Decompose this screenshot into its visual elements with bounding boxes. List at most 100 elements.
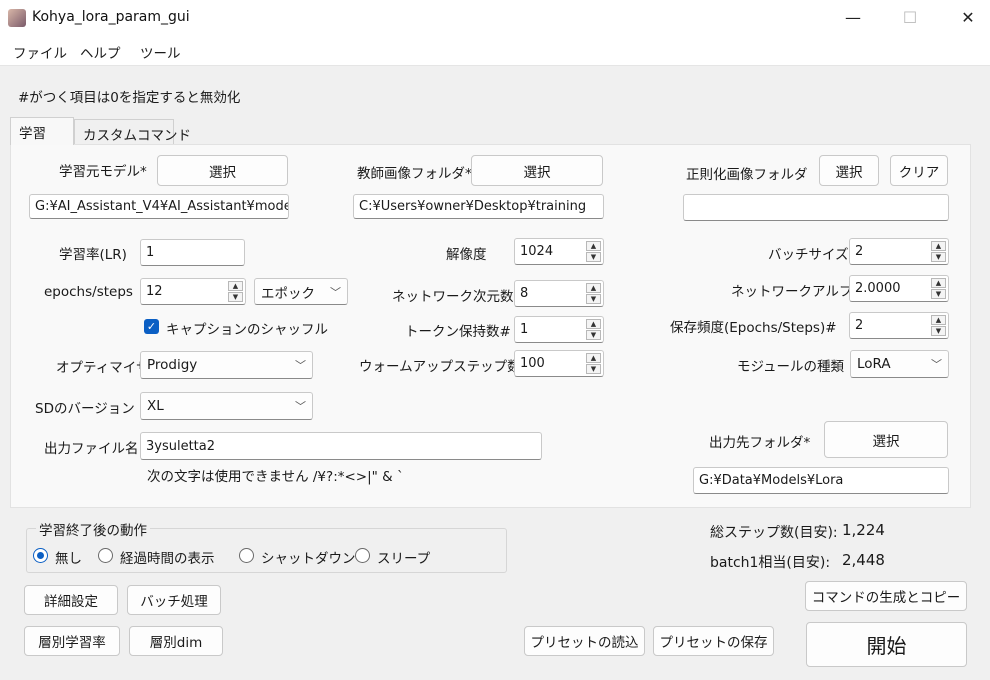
net-alpha-spinbox[interactable]: 2.0000 ▲ ▼ <box>849 275 949 302</box>
spin-down-icon[interactable]: ▼ <box>931 252 946 262</box>
resolution-label: 解像度 <box>446 247 487 263</box>
epochs-unit-select[interactable]: エポック ﹀ <box>254 278 348 305</box>
teacher-path-field[interactable]: C:¥Users¥owner¥Desktop¥training <box>353 194 604 219</box>
preset-save-button[interactable]: プリセットの保存 <box>653 626 774 656</box>
token-keep-spinbox[interactable]: 1 ▲ ▼ <box>514 316 604 343</box>
model-select-button[interactable]: 選択 <box>157 155 288 186</box>
save-freq-spinbox[interactable]: 2 ▲ ▼ <box>849 312 949 339</box>
lr-field[interactable]: 1 <box>140 239 245 266</box>
save-freq-value: 2 <box>855 318 864 333</box>
sd-version-label: SDのバージョン <box>35 401 135 417</box>
spin-up-icon[interactable]: ▲ <box>586 319 601 329</box>
save-freq-label: 保存頻度(Epochs/Steps)# <box>670 320 837 336</box>
tab-custom-command[interactable]: カスタムコマンド <box>74 119 191 144</box>
window-title: Kohya_lora_param_gui <box>32 9 190 25</box>
out-folder-select-button[interactable]: 選択 <box>824 421 948 458</box>
spin-up-icon[interactable]: ▲ <box>228 281 243 291</box>
spin-down-icon[interactable]: ▼ <box>586 252 601 262</box>
resolution-spinbox[interactable]: 1024 ▲ ▼ <box>514 238 604 265</box>
after-training-title: 学習終了後の動作 <box>36 519 150 539</box>
reg-select-button[interactable]: 選択 <box>819 155 879 186</box>
sd-version-value: XL <box>147 398 164 414</box>
radio-elapsed-label: 経過時間の表示 <box>120 551 215 567</box>
detail-settings-button[interactable]: 詳細設定 <box>24 585 118 615</box>
spin-down-icon[interactable]: ▼ <box>931 326 946 336</box>
out-folder-label: 出力先フォルダ* <box>709 435 811 451</box>
spin-up-icon[interactable]: ▲ <box>931 278 946 288</box>
optimizer-select[interactable]: Prodigy ﹀ <box>140 351 313 379</box>
menu-tools[interactable]: ツール <box>140 42 181 62</box>
reg-clear-button[interactable]: クリア <box>890 155 948 186</box>
net-alpha-value: 2.0000 <box>855 281 901 296</box>
optimizer-value: Prodigy <box>147 357 198 373</box>
batch1-steps-label: batch1相当(目安): <box>710 555 831 571</box>
generate-copy-command-button[interactable]: コマンドの生成とコピー <box>805 581 967 611</box>
radio-elapsed[interactable] <box>98 548 113 563</box>
output-name-label: 出力ファイル名 <box>44 441 139 457</box>
net-dim-spinbox[interactable]: 8 ▲ ▼ <box>514 280 604 307</box>
out-folder-field[interactable]: G:¥Data¥Models¥Lora <box>693 467 949 494</box>
lr-label: 学習率(LR) <box>59 247 127 263</box>
epochs-label: epochs/steps <box>44 284 133 300</box>
spin-down-icon[interactable]: ▼ <box>586 330 601 340</box>
reg-path-field[interactable] <box>683 194 949 221</box>
close-icon[interactable]: ✕ <box>945 0 990 34</box>
spin-up-icon[interactable]: ▲ <box>586 353 601 363</box>
module-value: LoRA <box>857 356 891 372</box>
spin-up-icon[interactable]: ▲ <box>586 283 601 293</box>
epochs-value: 12 <box>146 284 163 299</box>
chevron-down-icon: ﹀ <box>330 285 341 299</box>
warmup-label: ウォームアップステップ数# <box>359 359 532 375</box>
total-steps-label: 総ステップ数(目安): <box>710 525 838 541</box>
module-select[interactable]: LoRA ﹀ <box>850 350 949 378</box>
hint-note: #がつく項目は0を指定すると無効化 <box>18 90 241 106</box>
warmup-value: 100 <box>520 356 545 371</box>
batch-size-spinbox[interactable]: 2 ▲ ▼ <box>849 238 949 265</box>
radio-shutdown[interactable] <box>239 548 254 563</box>
layer-lr-button[interactable]: 層別学習率 <box>24 626 120 656</box>
spin-down-icon[interactable]: ▼ <box>586 294 601 304</box>
radio-none[interactable] <box>33 548 48 563</box>
spin-up-icon[interactable]: ▲ <box>931 241 946 251</box>
net-dim-value: 8 <box>520 286 529 301</box>
spin-down-icon[interactable]: ▼ <box>931 289 946 299</box>
spin-down-icon[interactable]: ▼ <box>586 364 601 374</box>
sd-version-select[interactable]: XL ﹀ <box>140 392 313 420</box>
radio-sleep[interactable] <box>355 548 370 563</box>
tab-learning[interactable]: 学習 <box>10 117 74 145</box>
start-button[interactable]: 開始 <box>806 622 967 667</box>
output-name-field[interactable]: 3ysuletta2 <box>140 432 542 460</box>
spin-up-icon[interactable]: ▲ <box>931 315 946 325</box>
batch-process-button[interactable]: バッチ処理 <box>127 585 221 615</box>
layer-dim-button[interactable]: 層別dim <box>129 626 223 656</box>
teacher-select-button[interactable]: 選択 <box>471 155 603 186</box>
epochs-spinbox[interactable]: 12 ▲ ▼ <box>140 278 246 305</box>
menu-file[interactable]: ファイル <box>13 42 67 62</box>
preset-load-button[interactable]: プリセットの読込 <box>524 626 645 656</box>
shuffle-checkbox[interactable]: ✓ <box>144 319 159 334</box>
shuffle-label: キャプションのシャッフル <box>166 322 328 338</box>
chevron-down-icon: ﹀ <box>295 359 306 372</box>
net-dim-label: ネットワーク次元数 <box>392 289 514 305</box>
model-path-field[interactable]: G:¥AI_Assistant_V4¥AI_Assistant¥models <box>29 194 289 219</box>
spin-down-icon[interactable]: ▼ <box>228 292 243 302</box>
chevron-down-icon: ﹀ <box>295 400 306 413</box>
radio-none-label: 無し <box>55 551 82 567</box>
module-label: モジュールの種類 <box>737 359 845 375</box>
minimize-icon[interactable]: — <box>830 0 876 34</box>
teacher-label: 教師画像フォルダ* <box>357 166 472 182</box>
chevron-down-icon: ﹀ <box>931 358 942 371</box>
token-keep-value: 1 <box>520 322 529 337</box>
maximize-icon[interactable]: ☐ <box>887 0 933 34</box>
radio-sleep-label: スリープ <box>377 551 431 567</box>
token-keep-label: トークン保持数# <box>405 324 511 340</box>
batch-size-value: 2 <box>855 244 864 259</box>
epochs-unit-value: エポック <box>261 285 315 302</box>
spin-up-icon[interactable]: ▲ <box>586 241 601 251</box>
warmup-spinbox[interactable]: 100 ▲ ▼ <box>514 350 604 377</box>
menu-help[interactable]: ヘルプ <box>80 42 121 62</box>
total-steps-value: 1,224 <box>842 521 885 539</box>
radio-shutdown-label: シャットダウン <box>261 551 356 567</box>
net-alpha-label: ネットワークアルファ <box>731 284 866 300</box>
model-label: 学習元モデル* <box>59 164 147 180</box>
